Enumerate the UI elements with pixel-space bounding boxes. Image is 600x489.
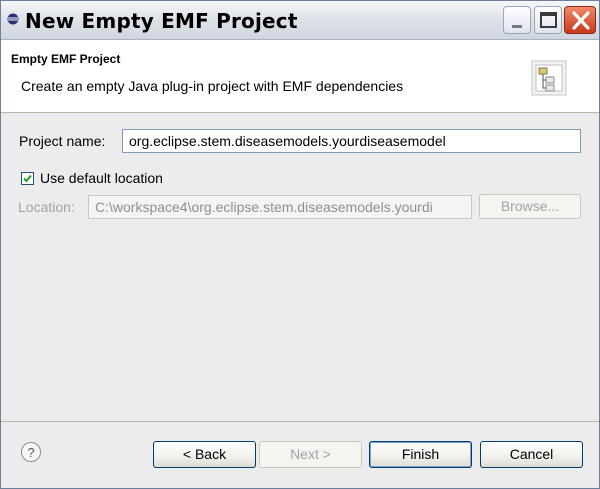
page-description: Create an empty Java plug-in project wit… bbox=[21, 78, 404, 94]
browse-button[interactable]: Browse... bbox=[479, 194, 581, 219]
button-bar: ? < Back Next > Finish Cancel bbox=[1, 422, 599, 488]
use-default-location-label[interactable]: Use default location bbox=[40, 170, 163, 186]
maximize-icon bbox=[540, 12, 557, 28]
help-icon[interactable]: ? bbox=[21, 442, 41, 462]
back-button[interactable]: < Back bbox=[153, 441, 256, 468]
minimize-button[interactable] bbox=[503, 6, 531, 34]
maximize-button[interactable] bbox=[534, 6, 562, 34]
minimize-icon bbox=[512, 25, 522, 28]
page-title: Empty EMF Project bbox=[11, 52, 121, 66]
location-input[interactable]: C:\workspace4\org.eclipse.stem.diseasemo… bbox=[88, 195, 472, 219]
svg-text:?: ? bbox=[27, 445, 34, 460]
close-button[interactable] bbox=[564, 6, 596, 34]
eclipse-icon bbox=[7, 13, 19, 25]
title-bar[interactable]: New Empty EMF Project bbox=[1, 1, 599, 40]
project-name-input[interactable]: org.eclipse.stem.diseasemodels.yourdisea… bbox=[122, 129, 581, 153]
next-button[interactable]: Next > bbox=[259, 441, 362, 468]
question-mark-icon: ? bbox=[27, 445, 34, 460]
window-title: New Empty EMF Project bbox=[25, 9, 298, 33]
dialog-window: New Empty EMF Project Empty EMF Project … bbox=[0, 0, 600, 489]
use-default-location-checkbox[interactable] bbox=[21, 172, 34, 185]
cancel-button[interactable]: Cancel bbox=[480, 441, 583, 468]
project-name-label: Project name: bbox=[19, 133, 106, 149]
wizard-banner-icon bbox=[531, 60, 567, 96]
form-area: Project name: org.eclipse.stem.diseasemo… bbox=[1, 113, 599, 421]
wizard-header: Empty EMF Project Create an empty Java p… bbox=[1, 40, 599, 113]
close-icon bbox=[572, 11, 590, 30]
checkmark-icon bbox=[23, 174, 32, 183]
finish-button[interactable]: Finish bbox=[369, 441, 472, 468]
location-label: Location: bbox=[18, 199, 75, 215]
